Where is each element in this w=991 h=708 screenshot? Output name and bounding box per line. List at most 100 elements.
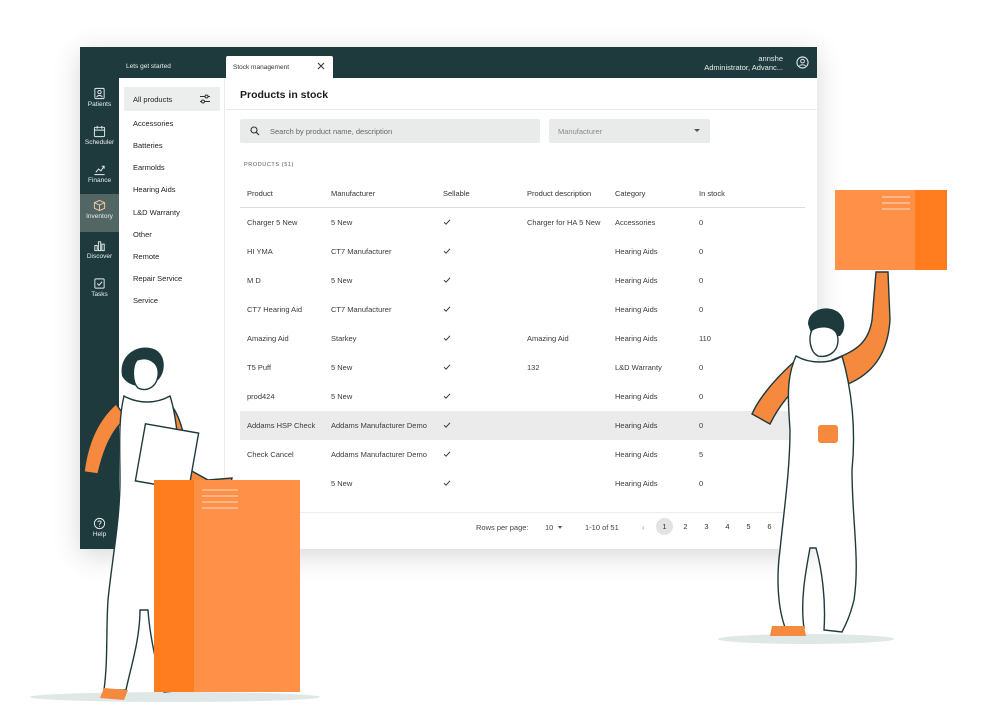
page-button-6[interactable]: 6	[761, 518, 778, 535]
cell-product: Check Cancel	[247, 450, 294, 459]
column-header-category[interactable]: Category	[615, 189, 645, 198]
man-face	[809, 326, 839, 358]
cell-manufacturer: Starkey	[331, 334, 357, 343]
category-remote[interactable]: Remote	[133, 252, 159, 261]
category-batteries[interactable]: Batteries	[133, 141, 163, 150]
search-icon	[250, 126, 260, 136]
nav-label: Help	[92, 531, 107, 538]
divider	[226, 512, 817, 513]
cell-in-stock: 0	[699, 479, 704, 488]
cell-in-stock: 0	[699, 392, 704, 401]
check-icon	[443, 248, 451, 254]
orange-box-stack-illustration	[154, 480, 300, 692]
table-row[interactable]: T5 Puff 5 New 132 L&D Warranty 0	[240, 353, 805, 382]
tab-lets-get-started[interactable]: Lets get started	[126, 63, 171, 70]
page-button-4[interactable]: 4	[719, 518, 736, 535]
category-earmolds[interactable]: Earmolds	[133, 163, 165, 172]
chevron-left-icon[interactable]: ‹	[642, 523, 645, 532]
cell-product: T5 Puff	[247, 363, 272, 372]
category-other[interactable]: Other	[133, 230, 152, 239]
cell-product: M D	[247, 276, 261, 285]
nav-finance[interactable]: Finance	[80, 158, 119, 194]
cell-category: Hearing Aids	[615, 305, 658, 314]
check-icon	[443, 451, 451, 457]
cell-manufacturer: CT7 Manufacturer	[331, 305, 392, 314]
main-content: Products in stock Manufacturer PRODUCTS …	[226, 78, 817, 549]
chevron-down-icon[interactable]	[558, 526, 562, 529]
category-service[interactable]: Service	[133, 296, 158, 305]
page-button-3[interactable]: 3	[698, 518, 715, 535]
cell-manufacturer: 5 New	[331, 276, 353, 285]
page-button-2[interactable]: 2	[677, 518, 694, 535]
divider	[226, 109, 817, 110]
close-icon[interactable]	[316, 61, 326, 71]
man-overalls	[777, 354, 857, 633]
page-button-5[interactable]: 5	[740, 518, 757, 535]
box-icon	[93, 199, 106, 212]
cell-description: 132	[527, 363, 540, 372]
pagination-range: 1-10 of 51	[585, 523, 619, 532]
tab-stock-management[interactable]: Stock management	[226, 56, 333, 78]
nav-scheduler[interactable]: Scheduler	[80, 120, 119, 156]
cell-category: Hearing Aids	[615, 479, 658, 488]
table-row[interactable]: HI YMA CT7 Manufacturer Hearing Aids 0	[240, 237, 805, 266]
column-header-manufacturer[interactable]: Manufacturer	[331, 189, 375, 198]
column-header-product[interactable]: Product	[247, 189, 273, 198]
nav-inventory[interactable]: Inventory	[80, 194, 119, 232]
table-row[interactable]: Charger 5 New 5 New Charger for HA 5 New Ac…	[240, 208, 805, 237]
column-header-in-stock[interactable]: In stock	[699, 189, 725, 198]
cell-product: Addams HSP Check	[247, 421, 316, 430]
rows-per-page-select[interactable]: 10	[545, 523, 553, 532]
tab-label: Stock management	[233, 64, 290, 71]
category-accessories[interactable]: Accessories	[133, 119, 173, 128]
check-icon	[443, 364, 451, 370]
search-bar[interactable]	[240, 119, 540, 143]
table-row[interactable]: Addams HSP Check Addams Manufacturer Demo…	[240, 411, 805, 440]
cell-in-stock: 0	[699, 363, 704, 372]
user-role: Administrator, Advanc...	[704, 63, 783, 72]
finance-chart-icon	[94, 165, 105, 176]
cell-product: Charger 5 New	[247, 218, 298, 227]
patients-icon	[94, 87, 105, 100]
nav-patients[interactable]: Patients	[80, 82, 119, 118]
nav-help[interactable]: Help	[80, 512, 119, 548]
check-icon	[443, 480, 451, 486]
box-side	[154, 480, 194, 692]
manufacturer-placeholder: Manufacturer	[558, 127, 603, 136]
nav-label: Tasks	[91, 291, 108, 298]
products-table: Product Manufacturer Sellable Product de…	[240, 180, 805, 498]
account-icon[interactable]	[796, 56, 809, 69]
cell-category: Hearing Aids	[615, 247, 658, 256]
table-row[interactable]: Amazing Aid Starkey Amazing Aid Hearing Aid…	[240, 324, 805, 353]
table-row[interactable]: prod424 5 New Hearing Aids 0	[240, 382, 805, 411]
table-row[interactable]: CT7 Hearing Aid CT7 Manufacturer Hearing A…	[240, 295, 805, 324]
nav-label: Inventory	[86, 213, 113, 220]
filter-sliders-icon[interactable]	[199, 93, 211, 105]
table-row[interactable]: M D 5 New Hearing Aids 0	[240, 266, 805, 295]
page-button-1[interactable]: 1	[656, 518, 673, 535]
cell-manufacturer: 5 New	[331, 479, 353, 488]
cell-category: Hearing Aids	[615, 334, 658, 343]
nav-tasks[interactable]: Tasks	[80, 272, 119, 308]
search-input[interactable]	[270, 119, 530, 143]
cell-product: Amazing Aid	[247, 334, 289, 343]
calendar-icon	[93, 125, 106, 138]
woman-shoe	[100, 688, 128, 700]
column-header-description[interactable]: Product description	[527, 189, 591, 198]
nav-discover[interactable]: Discover	[80, 234, 119, 270]
manufacturer-select[interactable]: Manufacturer	[549, 119, 710, 143]
category-ld-warranty[interactable]: L&D Warranty	[133, 208, 180, 217]
table-row[interactable]: Check Cancel Addams Manufacturer Demo Hear…	[240, 440, 805, 469]
category-repair-service[interactable]: Repair Service	[133, 274, 182, 283]
cell-manufacturer: 5 New	[331, 392, 353, 401]
page-title: Products in stock	[240, 89, 329, 101]
cell-in-stock: 110	[699, 334, 711, 343]
tasks-check-icon	[94, 278, 105, 289]
category-all-products[interactable]: All products	[124, 87, 220, 111]
check-icon	[443, 335, 451, 341]
table-row[interactable]: 5 New Hearing Aids 0	[240, 469, 805, 498]
column-header-sellable[interactable]: Sellable	[443, 189, 470, 198]
category-hearing-aids[interactable]: Hearing Aids	[133, 185, 176, 194]
category-label: All products	[133, 95, 173, 104]
cell-description: Amazing Aid	[527, 334, 569, 343]
